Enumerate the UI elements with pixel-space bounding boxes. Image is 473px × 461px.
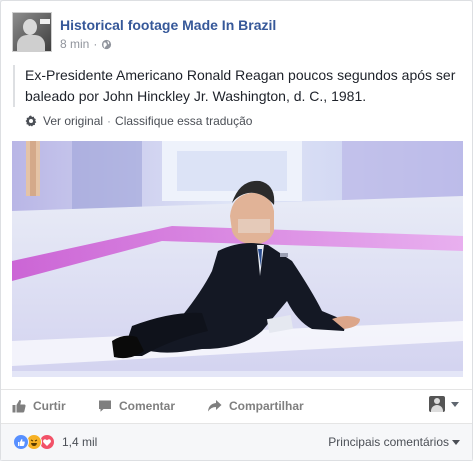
translation-row: Ver original · Classifique essa tradução — [25, 113, 252, 129]
page-avatar[interactable] — [12, 12, 52, 52]
like-label: Curtir — [33, 399, 66, 413]
comment-icon — [99, 400, 111, 412]
reactions-bar: 1,4 mil Principais comentários — [1, 423, 472, 460]
post-header: Historical footage Made In Brazil 8 min … — [12, 12, 276, 54]
comment-sort-label: Principais comentários — [328, 435, 449, 449]
post-card: Historical footage Made In Brazil 8 min … — [0, 0, 473, 461]
meta-separator: · — [93, 37, 98, 51]
chevron-down-icon — [451, 401, 459, 407]
like-icon — [13, 434, 29, 450]
share-as-selector[interactable] — [429, 396, 459, 412]
share-button[interactable]: Compartilhar — [207, 399, 304, 413]
post-timestamp[interactable]: 8 min — [60, 35, 89, 53]
reactions-summary[interactable]: 1,4 mil — [13, 434, 97, 450]
share-label: Compartilhar — [229, 399, 304, 413]
page-name-link[interactable]: Historical footage Made In Brazil — [60, 16, 276, 34]
comment-label: Comentar — [119, 399, 176, 413]
chevron-down-icon — [452, 439, 460, 445]
globe-icon[interactable] — [101, 39, 112, 50]
post-meta: 8 min · — [60, 35, 276, 53]
like-button[interactable]: Curtir — [12, 399, 66, 413]
gear-icon[interactable] — [25, 115, 37, 127]
translation-separator: · — [107, 114, 112, 128]
see-original-link[interactable]: Ver original — [43, 113, 103, 129]
user-avatar — [429, 396, 445, 412]
photo-image — [12, 141, 463, 377]
thumbs-up-icon — [12, 399, 26, 413]
reaction-count: 1,4 mil — [62, 435, 98, 449]
rate-translation-link[interactable]: Classifique essa tradução — [115, 113, 252, 129]
action-bar: Curtir Comentar Compartilhar — [1, 389, 472, 423]
comment-button[interactable]: Comentar — [98, 399, 175, 413]
post-photo[interactable] — [12, 141, 463, 377]
share-arrow-icon — [208, 400, 222, 412]
post-text: Ex-Presidente Americano Ronald Reagan po… — [13, 65, 463, 107]
comment-sort-dropdown[interactable]: Principais comentários — [328, 435, 460, 449]
